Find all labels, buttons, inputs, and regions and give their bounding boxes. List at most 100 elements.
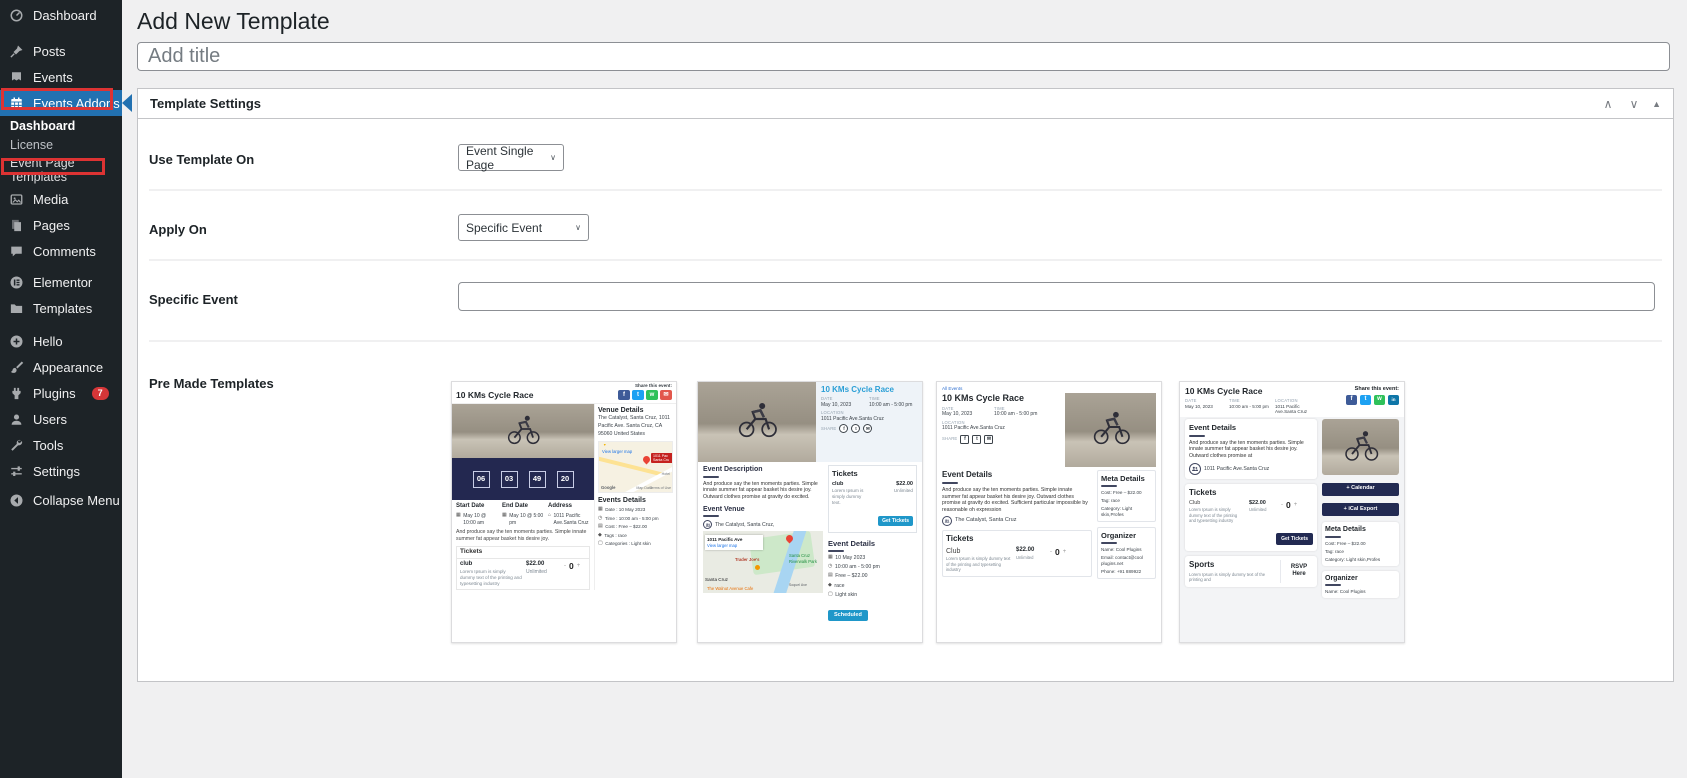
venue-name: The Catalyst, Santa Cruz,	[715, 522, 774, 529]
sidebar-item-elementor[interactable]: Elementor	[0, 269, 122, 295]
location-value: 1011 Pacific Ave.Santa Cruz	[821, 416, 917, 423]
row-divider	[149, 189, 1662, 191]
map-pin-icon	[642, 454, 652, 464]
ticket-info: Club Lorem Ipsum is simply dummy text of…	[946, 547, 1012, 572]
sidebar-item-label: Events	[33, 70, 73, 85]
premade-template-2[interactable]: 10 KMs Cycle Race DATE May 10, 2023 TIME…	[697, 381, 923, 643]
ticket-price-block: $22.00 Unlimited	[1249, 500, 1277, 513]
facebook-icon: f	[960, 435, 969, 444]
time-block: TIME 10:00 am - 5:00 pm	[1229, 398, 1269, 415]
cyclist-illustration	[500, 413, 546, 445]
address-icon: ⌂	[548, 513, 551, 519]
template1-left-column: 06 03 49 20 Start Date ▦May 10 @ 10:00 a…	[452, 404, 594, 590]
apply-on-select[interactable]: Specific Event ∨	[458, 214, 589, 241]
template-title-input[interactable]	[137, 42, 1670, 71]
specific-event-input[interactable]	[458, 282, 1655, 311]
panel-header: Template Settings ∧ ∨ ▲	[138, 89, 1673, 119]
sidebar-item-plugins[interactable]: Plugins 7	[0, 380, 122, 406]
sidebar-item-hello[interactable]: Hello	[0, 328, 122, 354]
date-block: DATE May 10, 2023	[1185, 398, 1223, 415]
sidebar-item-comments[interactable]: Comments	[0, 238, 122, 264]
meta-category: Category: Light skin,Profes	[1101, 506, 1152, 518]
sidebar-item-settings[interactable]: Settings	[0, 458, 122, 484]
venue-details-title: Venue Details	[598, 406, 673, 415]
title-underline	[703, 476, 719, 478]
panel-toggle-icon[interactable]: ▲	[1652, 99, 1661, 109]
email-icon: ✉	[863, 424, 872, 433]
premade-template-4[interactable]: 10 KMs Cycle Race DATE May 10, 2023 TIME…	[1179, 381, 1405, 643]
tickets-box: Tickets club $22.00 Lorem Ipsum is simpl…	[828, 465, 917, 533]
end-date-label: End Date	[502, 503, 544, 511]
premade-template-1[interactable]: Share this event: 10 KMs Cycle Race f t …	[451, 381, 677, 643]
map-info-box: 1011 Pacific Ave View larger map	[705, 535, 763, 549]
title-underline	[703, 515, 719, 517]
whatsapp-icon: w	[1374, 395, 1385, 405]
tag-icon: ◆	[828, 583, 832, 589]
submenu-item-event-page-templates[interactable]: Event Page Templates	[0, 160, 122, 179]
minus-icon: -	[564, 563, 566, 571]
sidebar-item-posts[interactable]: Posts	[0, 38, 122, 64]
whatsapp-icon: w	[646, 390, 658, 400]
use-template-on-select[interactable]: Event Single Page ∨	[458, 144, 564, 171]
organizer-card: Organizer Name: Cool Plugins	[1322, 571, 1399, 599]
event-title: 10 KMs Cycle Race	[821, 385, 917, 395]
collapse-menu-button[interactable]: Collapse Menu	[0, 487, 122, 513]
sidebar-item-users[interactable]: Users	[0, 406, 122, 432]
ticket-price: $22.00	[1249, 500, 1277, 507]
move-down-icon[interactable]: ∨	[1626, 97, 1642, 111]
address-value: 1011 Pacific Ave.Santa Cruz	[554, 513, 590, 526]
ticket-price-block: $22.00 Unlimited	[526, 561, 560, 575]
sidebar-item-label: Templates	[33, 301, 92, 316]
specific-event-label: Specific Event	[149, 292, 238, 307]
sidebar-item-events[interactable]: Events	[0, 64, 122, 90]
address-column: Address ⌂1011 Pacific Ave.Santa Cruz	[548, 503, 590, 526]
plugin-icon	[9, 386, 24, 401]
sidebar-item-templates[interactable]: Templates	[0, 295, 122, 321]
sidebar-item-label: Pages	[33, 218, 70, 233]
submenu-item-dashboard[interactable]: Dashboard	[0, 116, 122, 135]
sidebar-item-tools[interactable]: Tools	[0, 432, 122, 458]
title-underline	[1101, 542, 1117, 544]
social-icons: f t w in	[1346, 395, 1399, 405]
countdown-hours: 03	[501, 471, 518, 488]
date-time-location-row: DATE May 10, 2023 TIME 10:00 am - 5:00 p…	[1185, 398, 1317, 415]
time-value: 10:00 am - 5:00 pm	[869, 402, 913, 409]
select-value: Event Single Page	[466, 144, 545, 172]
chevron-down-icon: ∨	[575, 223, 581, 232]
location-value: 1011 Pacific Ave.Santa Cruz	[1275, 404, 1317, 416]
row-divider	[149, 259, 1662, 261]
cyclist-photo	[1322, 419, 1399, 475]
date-value: May 10, 2023	[1185, 404, 1223, 410]
premade-template-3[interactable]: All Events 10 KMs Cycle Race DATE May 10…	[936, 381, 1162, 643]
status-wrap: Scheduled	[828, 602, 917, 623]
template1-titlebar: 10 KMs Cycle Race f t w ✉	[452, 389, 676, 404]
organizer-phone: Phone: +91 889922	[1101, 569, 1152, 575]
add-calendar-button: + Calendar	[1322, 483, 1399, 496]
sidebar-spacer	[0, 28, 122, 38]
sidebar-item-media[interactable]: Media	[0, 186, 122, 212]
organizer-name: Name: Cool Plugins	[1101, 547, 1152, 553]
date-value: May 10, 2023	[942, 411, 986, 418]
organizer-box: Organizer Name: Cool Plugins Email: cont…	[1097, 527, 1156, 579]
sidebar-item-dashboard[interactable]: Dashboard	[0, 2, 122, 28]
template1-right-column: Venue Details The Catalyst, Santa Cruz, …	[594, 404, 676, 590]
title-underline	[1189, 435, 1205, 437]
sidebar-item-pages[interactable]: Pages	[0, 212, 122, 238]
event-venue-title: Event Venue	[703, 505, 823, 514]
move-up-icon[interactable]: ∧	[1600, 97, 1616, 111]
pushpin-icon	[9, 44, 24, 59]
sidebar-item-label: Events Addons	[33, 96, 120, 111]
submenu-label: Event Page Templates	[10, 156, 122, 184]
map-hotel-label: Hotel	[662, 472, 670, 477]
facebook-icon: f	[839, 424, 848, 433]
pages-icon	[9, 218, 24, 233]
sidebar-item-appearance[interactable]: Appearance	[0, 354, 122, 380]
start-date-column: Start Date ▦May 10 @ 10:00 am	[456, 503, 498, 526]
location-block: LOCATION 1011 Pacific Ave.Santa Cruz	[1275, 398, 1317, 415]
ticket-sub-row: Lorem Ipsum is simply dummy text. Unlimi…	[832, 488, 913, 506]
apply-on-label: Apply On	[149, 222, 207, 237]
use-template-on-label: Use Template On	[149, 152, 254, 167]
submenu-item-license[interactable]: License	[0, 135, 122, 154]
tickets-title: Tickets	[946, 534, 1088, 544]
sidebar-item-events-addons[interactable]: Events Addons	[0, 90, 122, 116]
